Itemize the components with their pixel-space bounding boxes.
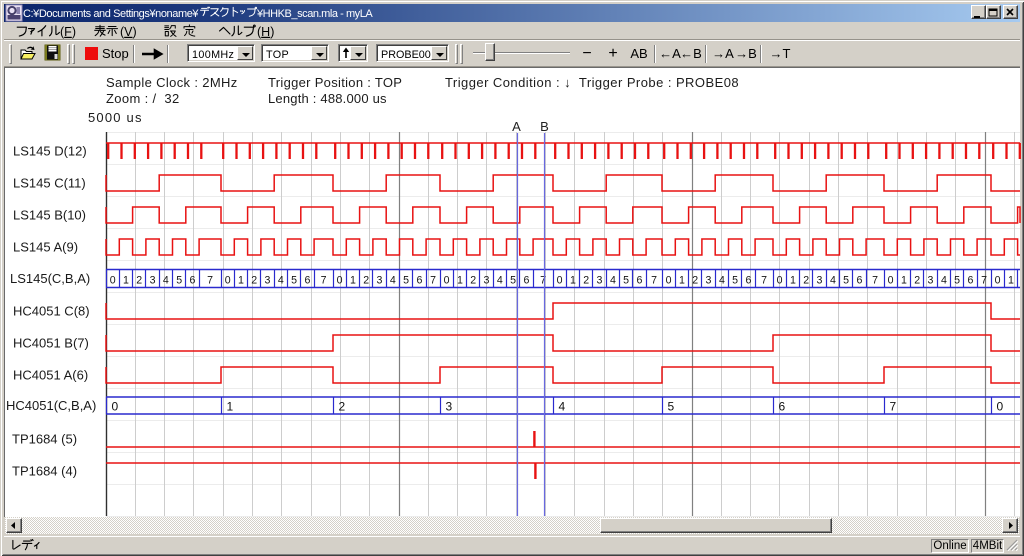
svg-text:2: 2 xyxy=(803,275,809,287)
svg-text:3: 3 xyxy=(597,275,603,287)
svg-text:3: 3 xyxy=(377,275,383,287)
svg-text:5: 5 xyxy=(668,400,675,414)
svg-text:TP1684 (5): TP1684 (5) xyxy=(12,432,77,447)
svg-text:LS145 D(12): LS145 D(12) xyxy=(13,144,87,159)
svg-text:4: 4 xyxy=(163,275,169,287)
svg-text:0: 0 xyxy=(777,275,783,287)
svg-text:4: 4 xyxy=(719,275,725,287)
svg-text:B: B xyxy=(540,119,549,134)
svg-text:3: 3 xyxy=(446,400,453,414)
svg-text:HC4051 A(6): HC4051 A(6) xyxy=(13,368,88,383)
svg-text:4: 4 xyxy=(497,275,503,287)
svg-text:7: 7 xyxy=(890,400,897,414)
svg-text:5: 5 xyxy=(954,275,960,287)
svg-text:2: 2 xyxy=(692,275,698,287)
svg-text:6: 6 xyxy=(967,275,973,287)
svg-text:7: 7 xyxy=(651,275,657,287)
svg-text:7: 7 xyxy=(430,275,436,287)
svg-text:0: 0 xyxy=(444,275,450,287)
svg-text:2: 2 xyxy=(363,275,369,287)
svg-text:1: 1 xyxy=(1008,275,1014,287)
svg-text:5: 5 xyxy=(291,275,297,287)
svg-text:4: 4 xyxy=(610,275,616,287)
svg-text:0: 0 xyxy=(995,275,1001,287)
svg-text:3: 3 xyxy=(265,275,271,287)
svg-text:LS145 A(9): LS145 A(9) xyxy=(13,240,78,255)
svg-text:7: 7 xyxy=(540,275,546,287)
svg-text:4: 4 xyxy=(830,275,836,287)
svg-text:6: 6 xyxy=(779,400,786,414)
svg-text:6: 6 xyxy=(523,275,529,287)
svg-text:0: 0 xyxy=(997,400,1004,414)
svg-text:HC4051 C(8): HC4051 C(8) xyxy=(13,304,90,319)
svg-text:0: 0 xyxy=(112,400,119,414)
svg-text:6: 6 xyxy=(636,275,642,287)
svg-text:0: 0 xyxy=(225,275,231,287)
svg-text:0: 0 xyxy=(110,275,116,287)
svg-text:6: 6 xyxy=(745,275,751,287)
svg-text:2: 2 xyxy=(583,275,589,287)
svg-text:4: 4 xyxy=(278,275,284,287)
svg-text:5: 5 xyxy=(176,275,182,287)
svg-text:2: 2 xyxy=(339,400,346,414)
svg-text:LS145 C(11): LS145 C(11) xyxy=(13,176,86,191)
svg-text:3: 3 xyxy=(928,275,934,287)
svg-text:1: 1 xyxy=(238,275,244,287)
svg-text:0: 0 xyxy=(666,275,672,287)
svg-text:3: 3 xyxy=(706,275,712,287)
svg-text:6: 6 xyxy=(304,275,310,287)
svg-text:1: 1 xyxy=(457,275,463,287)
svg-text:3: 3 xyxy=(484,275,490,287)
svg-text:5: 5 xyxy=(843,275,849,287)
svg-text:0: 0 xyxy=(557,275,563,287)
svg-text:1: 1 xyxy=(679,275,685,287)
svg-text:LS145(C,B,A): LS145(C,B,A) xyxy=(10,271,90,286)
svg-text:7: 7 xyxy=(872,275,878,287)
svg-text:1: 1 xyxy=(350,275,356,287)
svg-text:5: 5 xyxy=(510,275,516,287)
svg-text:4: 4 xyxy=(941,275,947,287)
svg-text:1: 1 xyxy=(901,275,907,287)
svg-text:HC4051(C,B,A): HC4051(C,B,A) xyxy=(6,398,96,413)
svg-text:6: 6 xyxy=(856,275,862,287)
svg-text:7: 7 xyxy=(207,275,213,287)
svg-text:3: 3 xyxy=(817,275,823,287)
svg-text:2: 2 xyxy=(914,275,920,287)
svg-text:2: 2 xyxy=(470,275,476,287)
svg-text:4: 4 xyxy=(390,275,396,287)
svg-text:1: 1 xyxy=(790,275,796,287)
svg-text:6: 6 xyxy=(416,275,422,287)
svg-text:7: 7 xyxy=(321,275,327,287)
svg-text:LS145 B(10): LS145 B(10) xyxy=(13,208,86,223)
svg-text:7: 7 xyxy=(761,275,767,287)
svg-text:7: 7 xyxy=(981,275,987,287)
svg-text:5: 5 xyxy=(732,275,738,287)
svg-text:0: 0 xyxy=(888,275,894,287)
svg-text:2: 2 xyxy=(136,275,142,287)
svg-text:2: 2 xyxy=(251,275,257,287)
svg-text:1: 1 xyxy=(570,275,576,287)
svg-text:5: 5 xyxy=(623,275,629,287)
svg-text:TP1684 (4): TP1684 (4) xyxy=(12,464,77,479)
svg-text:6: 6 xyxy=(190,275,196,287)
svg-text:4: 4 xyxy=(559,400,566,414)
svg-text:1: 1 xyxy=(227,400,234,414)
svg-text:1: 1 xyxy=(123,275,129,287)
svg-text:0: 0 xyxy=(337,275,343,287)
svg-text:HC4051 B(7): HC4051 B(7) xyxy=(13,336,89,351)
svg-text:A: A xyxy=(512,119,521,134)
svg-text:5: 5 xyxy=(403,275,409,287)
svg-text:3: 3 xyxy=(150,275,156,287)
